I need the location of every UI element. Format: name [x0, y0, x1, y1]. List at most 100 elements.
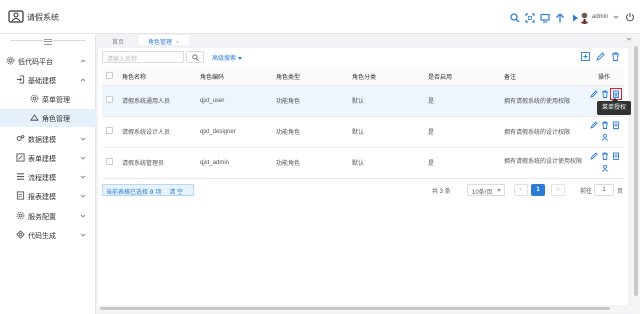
role-code-cell: qjxt_user: [200, 85, 276, 117]
role-panel: 请输入名称 高级搜索 角色名称 角色编码 角色类型 角色分类 是否启用 备注 操…: [98, 48, 628, 310]
clear-selection-link[interactable]: 清 空: [169, 190, 183, 196]
table-row[interactable]: 请假系统管理员 qjxt_admin 功能角色 默认 是 拥有请假系统的设计使用…: [102, 147, 624, 179]
remark-cell: 拥有请假系统的使用权限: [504, 85, 598, 117]
role-icon: [30, 113, 39, 121]
user-name[interactable]: admin: [592, 14, 608, 20]
tab-label: 角色管理: [148, 40, 173, 46]
remark-cell: 拥有请假系统的设计权限: [504, 116, 598, 148]
delete-icon[interactable]: [611, 52, 620, 61]
add-icon[interactable]: [581, 52, 590, 61]
sidebar-item-label: 服务配置: [28, 214, 56, 221]
delete-icon[interactable]: [601, 152, 609, 160]
user-auth-icon[interactable]: [601, 133, 609, 141]
gear-icon: [6, 56, 15, 65]
edit-icon[interactable]: [590, 89, 598, 98]
main-content: 首页 角色管理 × 请输入名称 高级搜索 角色名称 角色编码 角色类型 角色分类…: [96, 34, 640, 314]
column-header[interactable]: 是否启用: [428, 68, 504, 86]
jump-label: 前往: [580, 189, 593, 195]
delete-icon[interactable]: [601, 90, 609, 98]
chevron-down-icon[interactable]: [613, 14, 619, 20]
prev-page-button[interactable]: <: [514, 184, 528, 196]
horizontal-scrollbar[interactable]: [96, 305, 632, 312]
column-header[interactable]: 角色分类: [352, 68, 428, 86]
menu-icon: [43, 37, 53, 45]
search-icon[interactable]: [510, 13, 520, 23]
table-row[interactable]: 请假系统设计人员 qjxt_designer 功能角色 默认 是 拥有请假系统的…: [102, 116, 624, 148]
page-size-select[interactable]: 10条/页: [467, 184, 505, 196]
sidebar-item-lowcode[interactable]: 低代码平台: [0, 52, 96, 70]
row-actions: [590, 148, 624, 178]
sidebar-item-service-config[interactable]: 服务配置: [0, 207, 96, 225]
tab-bar: 首页 角色管理 ×: [96, 34, 640, 46]
tab-role-management[interactable]: 角色管理 ×: [138, 35, 189, 46]
login-icon: [16, 75, 25, 84]
chevron-down-icon: [80, 214, 86, 218]
search-button[interactable]: [186, 51, 204, 63]
menu-auth-icon[interactable]: [612, 121, 620, 129]
menu-auth-icon[interactable]: [612, 90, 620, 98]
sidebar-item-role-management[interactable]: 角色管理: [0, 109, 96, 127]
search-input[interactable]: 请输入名称: [102, 51, 184, 63]
jump-suffix: 页: [617, 189, 624, 195]
role-code-cell: qjxt_designer: [200, 116, 276, 148]
menu-auth-tooltip: 菜单授权: [597, 98, 631, 115]
sidebar-item-process-model[interactable]: 流程建模: [0, 168, 96, 186]
enabled-cell: 是: [428, 116, 504, 148]
expand-icon[interactable]: [525, 13, 535, 23]
service-icon: [16, 211, 25, 220]
sidebar-item-label: 菜单管理: [42, 97, 70, 104]
table-row[interactable]: 请假系统通用人员 qjxt_user 功能角色 默认 是 拥有请假系统的使用权限: [102, 85, 624, 117]
sidebar-item-data-model[interactable]: 数据建模: [0, 130, 96, 148]
form-icon: [16, 153, 25, 162]
caret-down-icon: [238, 56, 243, 60]
edit-icon[interactable]: [590, 151, 598, 160]
power-icon[interactable]: [625, 12, 635, 22]
next-page-button[interactable]: >: [551, 184, 565, 196]
chevron-up-icon: [80, 59, 86, 63]
user-auth-icon[interactable]: [601, 164, 609, 172]
role-category-cell: 默认: [352, 147, 428, 179]
select-all-checkbox[interactable]: [106, 71, 113, 79]
menu-auth-icon[interactable]: [612, 152, 620, 160]
sidebar-item-code-gen[interactable]: 代码生成: [0, 226, 96, 244]
arrow-up-icon[interactable]: [555, 13, 565, 23]
tab-home[interactable]: 首页: [102, 35, 134, 46]
sidebar-item-menu-management[interactable]: 菜单管理: [0, 90, 96, 108]
enabled-cell: 是: [428, 85, 504, 117]
close-icon[interactable]: ×: [176, 40, 179, 46]
column-header[interactable]: 角色编码: [200, 68, 276, 86]
select-all-cell[interactable]: [102, 68, 122, 86]
row-checkbox[interactable]: [106, 127, 113, 134]
sidebar-item-form-model[interactable]: 表单建模: [0, 149, 96, 167]
sidebar-collapse-toggle[interactable]: [0, 34, 96, 48]
advanced-search-toggle[interactable]: 高级搜索: [212, 53, 243, 62]
selection-info: 当前表格已选择 0 项 清 空: [102, 184, 194, 196]
row-checkbox[interactable]: [106, 96, 113, 103]
list-icon: [16, 173, 25, 180]
cog-icon: [30, 94, 39, 103]
edit-icon[interactable]: [596, 52, 605, 61]
column-header[interactable]: 角色类型: [276, 68, 352, 86]
vertical-scrollbar[interactable]: [632, 34, 640, 314]
page-number-current[interactable]: 1: [531, 184, 545, 196]
sidebar-item-label: 流程建模: [28, 175, 56, 182]
sidebar-item-report-model[interactable]: 报表建模: [0, 187, 96, 205]
role-category-cell: 默认: [352, 116, 428, 148]
edit-icon[interactable]: [590, 120, 598, 129]
chevron-down-icon: [80, 233, 86, 237]
sidebar-item-label: 数据建模: [28, 137, 56, 144]
row-checkbox[interactable]: [106, 158, 113, 165]
code-icon: [16, 230, 25, 239]
sidebar-item-basic-model[interactable]: 基础建模: [0, 71, 96, 89]
data-icon: [16, 135, 25, 141]
avatar[interactable]: [578, 11, 591, 24]
jump-page-input[interactable]: 1: [594, 184, 614, 196]
monitor-icon[interactable]: [540, 13, 550, 23]
delete-icon[interactable]: [601, 121, 609, 129]
column-header[interactable]: 备注: [504, 68, 598, 86]
app-title: 请假系统: [27, 13, 59, 22]
role-type-cell: 功能角色: [276, 147, 352, 179]
column-header[interactable]: 角色名称: [122, 68, 200, 86]
row-actions: [590, 117, 624, 147]
table-header-row: 角色名称 角色编码 角色类型 角色分类 是否启用 备注 操作: [102, 68, 624, 86]
